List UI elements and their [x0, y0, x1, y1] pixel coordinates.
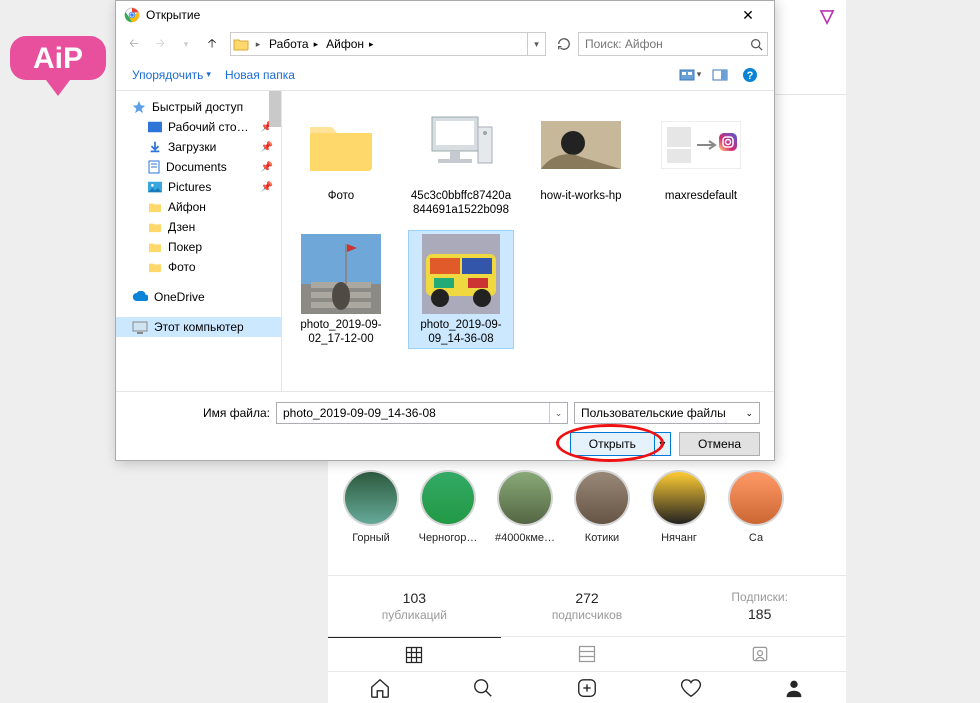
search-input[interactable]: [578, 32, 768, 56]
file-name-label: Имя файла:: [130, 406, 270, 420]
titlebar: Открытие ✕: [116, 1, 774, 29]
profile-stats: 103публикаций 272подписчиков Подписки:18…: [328, 575, 846, 637]
dialog-footer: Имя файла: ⌄ Пользовательские файлы⌄ Отк…: [116, 391, 774, 468]
up-button[interactable]: 🡡: [200, 32, 224, 56]
sidebar-photo[interactable]: Фото: [116, 257, 281, 277]
tab-feed-icon[interactable]: [501, 637, 674, 671]
chevron-right-icon[interactable]: ▸: [251, 39, 265, 50]
story-highlight[interactable]: Котики: [569, 470, 635, 544]
chrome-icon: [124, 7, 140, 23]
file-name-dropdown[interactable]: ⌄: [549, 403, 567, 423]
sidebar-quick-access[interactable]: Быстрый доступ: [116, 97, 281, 117]
cancel-button[interactable]: Отмена: [679, 432, 760, 456]
scrollbar-thumb[interactable]: [269, 91, 281, 127]
story-highlight[interactable]: Нячанг: [646, 470, 712, 544]
sidebar-this-pc[interactable]: Этот компьютер: [116, 317, 281, 337]
sidebar-dzen[interactable]: Дзен: [116, 217, 281, 237]
refresh-button[interactable]: [552, 32, 576, 56]
file-type-dropdown[interactable]: Пользовательские файлы⌄: [574, 402, 760, 424]
profile-tabs: [328, 637, 846, 672]
v-icon: ▽: [820, 6, 834, 27]
file-item-folder[interactable]: Фото: [288, 101, 394, 220]
sidebar-poker[interactable]: Покер: [116, 237, 281, 257]
pin-icon: 📌: [261, 162, 273, 173]
new-folder-button[interactable]: Новая папка: [219, 64, 301, 86]
search-field[interactable]: [579, 37, 746, 51]
file-item[interactable]: maxresdefault: [648, 101, 754, 220]
sidebar-downloads[interactable]: Загрузки📌: [116, 137, 281, 157]
help-button[interactable]: ?: [736, 63, 764, 87]
nav-home-icon[interactable]: [328, 672, 432, 703]
file-item[interactable]: 45c3c0bbffc87420a844691a1522b098: [408, 101, 514, 220]
back-button[interactable]: 🡠: [122, 32, 146, 56]
file-list[interactable]: Фото 45c3c0bbffc87420a844691a1522b098 ho…: [282, 91, 774, 391]
story-highlight[interactable]: Горный: [338, 470, 404, 544]
svg-text:?: ?: [747, 70, 754, 82]
nav-new-post-icon[interactable]: [535, 672, 639, 703]
file-item[interactable]: photo_2019-09-02_17-12-00: [288, 230, 394, 349]
tab-grid-icon[interactable]: [328, 637, 501, 671]
breadcrumb-item[interactable]: Работа▸: [265, 33, 322, 55]
stat-followers[interactable]: 272подписчиков: [501, 576, 674, 636]
recent-dropdown[interactable]: ▾: [174, 32, 198, 56]
breadcrumb-item[interactable]: Айфон▸: [322, 33, 377, 55]
pin-icon: 📌: [261, 142, 273, 153]
search-icon[interactable]: [746, 38, 767, 51]
file-item[interactable]: how-it-works-hp: [528, 101, 634, 220]
story-highlight[interactable]: #4000кме…: [492, 470, 558, 544]
breadcrumb[interactable]: ▸ Работа▸ Айфон▸ ▾: [230, 32, 546, 56]
file-open-dialog: Открытие ✕ 🡠 🡢 ▾ 🡡 ▸ Работа▸ Айфон▸ ▾ Уп…: [115, 0, 775, 461]
nav-search-icon[interactable]: [432, 672, 536, 703]
forward-button[interactable]: 🡢: [148, 32, 172, 56]
preview-pane-button[interactable]: [706, 63, 734, 87]
dialog-title: Открытие: [146, 8, 726, 22]
organize-button[interactable]: Упорядочить▾: [126, 64, 217, 86]
view-options-button[interactable]: ▾: [676, 63, 704, 87]
pin-icon: 📌: [261, 182, 273, 193]
sidebar-desktop[interactable]: Рабочий сто…📌: [116, 117, 281, 137]
nav-activity-icon[interactable]: [639, 672, 743, 703]
stat-following[interactable]: Подписки:185: [673, 576, 846, 636]
open-button[interactable]: Открыть ▾: [570, 432, 671, 456]
toolbar: Упорядочить▾ Новая папка ▾ ?: [116, 59, 774, 91]
nav-profile-icon[interactable]: [742, 672, 846, 703]
sidebar-pictures[interactable]: Pictures📌: [116, 177, 281, 197]
sidebar-onedrive[interactable]: OneDrive: [116, 287, 281, 307]
file-name-input[interactable]: [277, 406, 549, 420]
tab-tagged-icon[interactable]: [673, 637, 846, 671]
story-highlight[interactable]: Са: [723, 470, 789, 544]
highlight-stories: Горный Черногор… #4000кме… Котики Нячанг…: [338, 470, 846, 544]
bottom-nav: [328, 672, 846, 703]
stat-posts[interactable]: 103публикаций: [328, 576, 501, 636]
open-split-dropdown[interactable]: ▾: [654, 433, 670, 455]
sidebar-iphone[interactable]: Айфон: [116, 197, 281, 217]
folder-icon: [231, 37, 251, 51]
svg-text:AiP: AiP: [33, 42, 83, 75]
nav-row: 🡠 🡢 ▾ 🡡 ▸ Работа▸ Айфон▸ ▾: [116, 29, 774, 59]
close-button[interactable]: ✕: [726, 1, 770, 29]
file-item-selected[interactable]: photo_2019-09-09_14-36-08: [408, 230, 514, 349]
file-name-field[interactable]: ⌄: [276, 402, 568, 424]
breadcrumb-dropdown[interactable]: ▾: [527, 33, 545, 55]
story-highlight[interactable]: Черногор…: [415, 470, 481, 544]
sidebar: Быстрый доступ Рабочий сто…📌 Загрузки📌 D…: [116, 91, 282, 391]
sidebar-documents[interactable]: Documents📌: [116, 157, 281, 177]
aip-logo: AiP: [8, 30, 108, 100]
